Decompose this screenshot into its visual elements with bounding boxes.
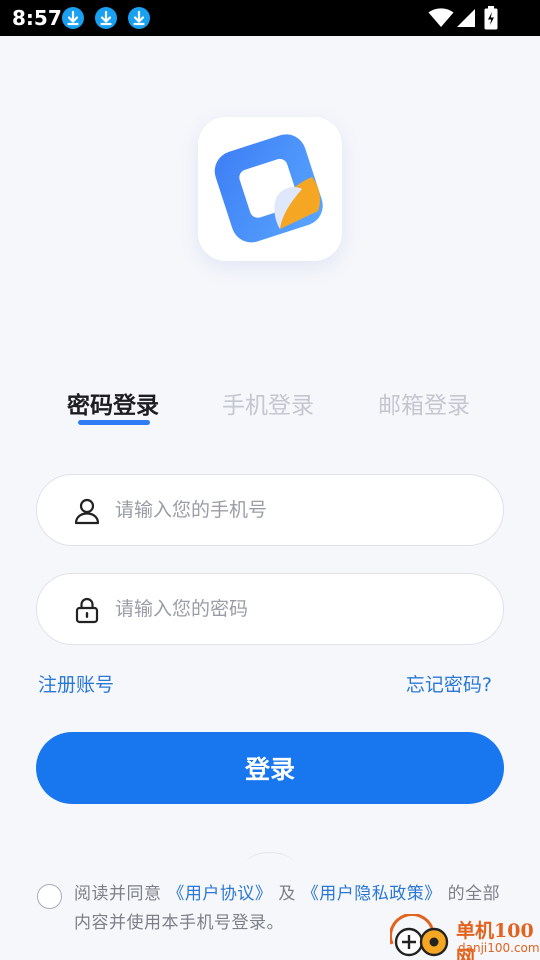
tab-email-login[interactable]: 邮箱登录 (378, 386, 470, 420)
forgot-password-link[interactable]: 忘记密码? (406, 670, 492, 697)
wifi-icon (428, 8, 454, 32)
watermark-url: danji100.com (458, 941, 540, 955)
battery-charging-icon (484, 6, 498, 34)
register-link[interactable]: 注册账号 (38, 670, 114, 697)
app-logo (198, 117, 342, 261)
password-input[interactable] (115, 574, 485, 644)
tab-phone-login[interactable]: 手机登录 (222, 386, 314, 420)
download-notification-icon (128, 7, 150, 29)
status-bar: 8:57 (0, 0, 540, 36)
download-notification-icon (62, 7, 84, 29)
agreement-prefix: 阅读并同意 (74, 884, 162, 904)
cellular-signal-icon (456, 8, 476, 32)
tab-password-login[interactable]: 密码登录 (67, 386, 159, 420)
phone-input[interactable] (115, 475, 485, 545)
agreement-checkbox[interactable] (37, 884, 62, 909)
active-tab-indicator (78, 420, 150, 425)
status-time: 8:57 (12, 6, 62, 30)
watermark-logo-icon (390, 914, 449, 957)
agreement-conjunction: 及 (278, 884, 296, 904)
phone-field[interactable] (36, 474, 504, 546)
password-field[interactable] (36, 573, 504, 645)
third-party-login-arc (246, 852, 294, 876)
user-agreement-link[interactable]: 《用户协议》 (167, 884, 272, 904)
user-icon (73, 497, 101, 529)
login-button[interactable]: 登录 (36, 732, 504, 804)
lock-icon (73, 596, 101, 628)
watermark: 单机100网 danji100.com (390, 914, 540, 960)
download-notification-icon (95, 7, 117, 29)
privacy-policy-link[interactable]: 《用户隐私政策》 (302, 884, 442, 904)
